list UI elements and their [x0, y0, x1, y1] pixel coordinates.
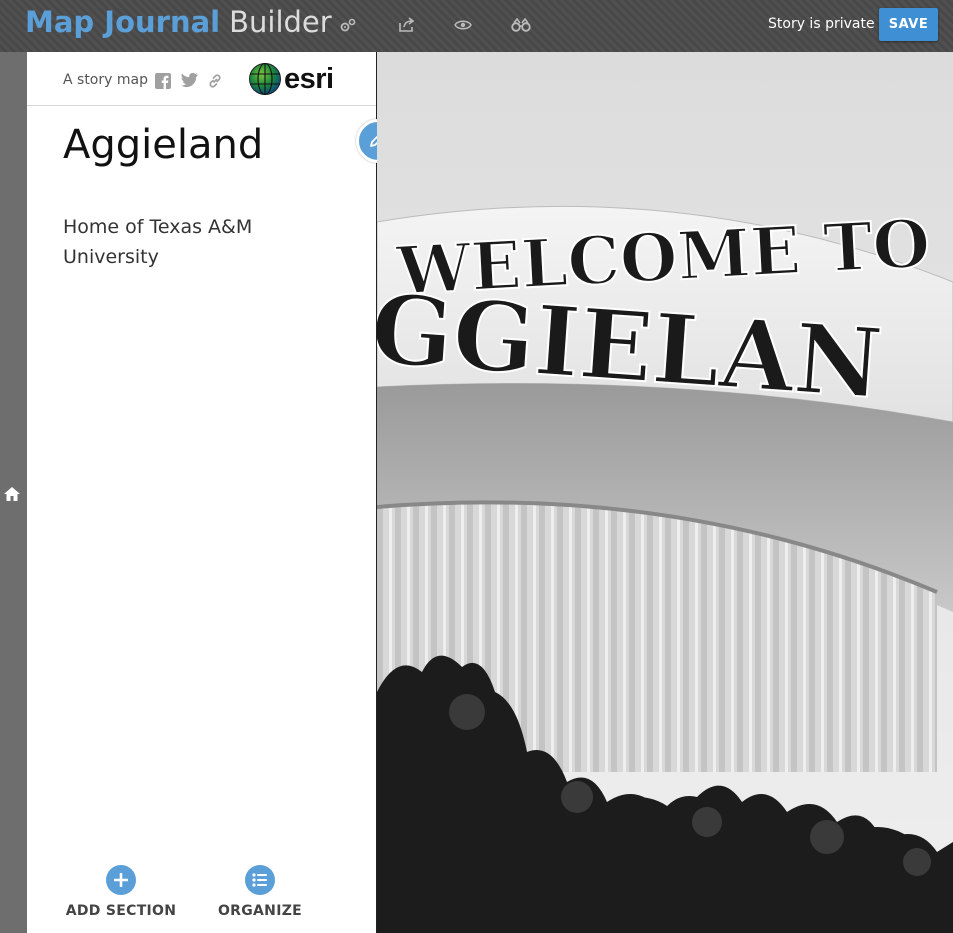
main-media-photo: WELCOME TO GGIELAN — [377, 52, 953, 933]
share-icon[interactable] — [397, 15, 417, 35]
side-panel: A story map esri Aggieland Home of Texas… — [27, 52, 400, 933]
organize-label: ORGANIZE — [217, 903, 303, 919]
binoculars-icon[interactable] — [511, 15, 531, 35]
facebook-icon[interactable] — [155, 73, 171, 89]
add-section-button[interactable]: ADD SECTION — [61, 865, 181, 919]
add-section-label: ADD SECTION — [65, 903, 177, 919]
water-tower-photo: WELCOME TO GGIELAN — [377, 52, 953, 933]
builder-header: Map Journal Builder Story is private SAVE — [0, 0, 953, 52]
svg-text:esri: esri — [284, 63, 334, 95]
app-title-secondary: Builder — [229, 5, 332, 39]
storymap-label: A story map — [63, 72, 148, 88]
app-title-primary: Map Journal — [25, 5, 221, 39]
plus-icon — [106, 865, 136, 895]
panel-header: A story map esri — [27, 52, 376, 106]
story-title[interactable]: Aggieland — [63, 122, 263, 168]
privacy-status: Story is private — [768, 16, 875, 32]
app-title: Map Journal Builder — [25, 4, 332, 40]
story-subtitle[interactable]: Home of Texas A&M University — [63, 212, 313, 272]
left-rail — [0, 52, 27, 933]
twitter-icon[interactable] — [181, 72, 198, 89]
list-icon — [245, 865, 275, 895]
organize-button[interactable]: ORGANIZE — [200, 865, 320, 919]
save-button[interactable]: SAVE — [879, 8, 938, 41]
home-icon[interactable] — [3, 485, 21, 503]
preview-icon[interactable] — [453, 15, 473, 35]
esri-logo[interactable]: esri — [248, 62, 344, 96]
link-icon[interactable] — [207, 73, 223, 89]
settings-icon[interactable] — [338, 15, 358, 35]
